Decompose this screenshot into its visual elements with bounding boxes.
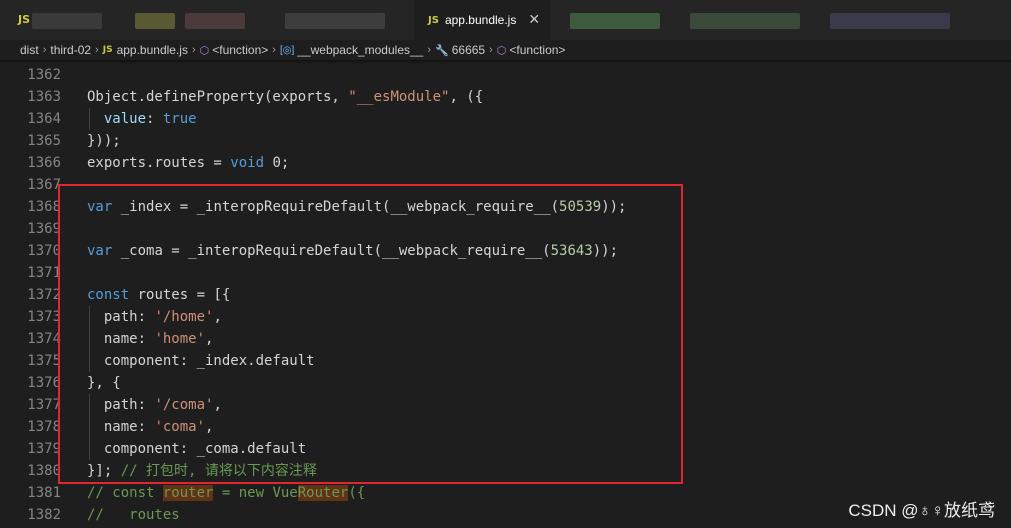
code-token: // routes: [87, 507, 180, 523]
code-token: , ({: [449, 89, 484, 105]
code-line[interactable]: 1363 Object.defineProperty(exports, "__es…: [0, 86, 1011, 108]
tab-js-icon[interactable]: JS: [18, 13, 30, 26]
line-number: 1371: [27, 265, 61, 281]
code-token: // const: [87, 485, 163, 501]
breadcrumb-item-folder[interactable]: third-02: [50, 43, 91, 57]
line-number: 1370: [27, 243, 61, 259]
line-number: 1364: [27, 111, 61, 127]
breadcrumb-item-dist[interactable]: dist: [20, 43, 39, 57]
line-number: 1376: [27, 375, 61, 391]
line-number: 1379: [27, 441, 61, 457]
code-token: ({: [348, 485, 366, 501]
line-number: 1381: [27, 485, 61, 501]
breadcrumb-item-function[interactable]: <function>: [212, 43, 268, 57]
code-text: exports.routes = void 0;: [87, 152, 289, 174]
code-token: void: [230, 155, 265, 171]
tab-app-bundle[interactable]: JS app.bundle.js ✕: [414, 0, 550, 40]
code-text: value: true: [87, 108, 197, 130]
line-number: 1367: [27, 177, 61, 193]
line-number: 1375: [27, 353, 61, 369]
breadcrumb-separator: ›: [272, 44, 276, 56]
code-line[interactable]: 1365}));: [0, 130, 1011, 152]
tab-title: app.bundle.js: [444, 13, 517, 27]
function-cube-icon: ⬡: [496, 44, 507, 57]
code-token: true: [162, 111, 197, 127]
blurred-tab[interactable]: [830, 13, 950, 29]
code-text: }));: [87, 130, 121, 152]
line-number: 1365: [27, 133, 61, 149]
code-line[interactable]: 1366 exports.routes = void 0;: [0, 152, 1011, 174]
close-icon[interactable]: ✕: [528, 12, 540, 28]
breadcrumb-item-property[interactable]: 66665: [452, 43, 485, 57]
csdn-watermark: CSDN @♁♀放纸鸢: [848, 501, 995, 520]
breadcrumb-separator: ›: [427, 44, 432, 56]
js-file-icon: JS: [102, 45, 113, 55]
line-number: 1366: [27, 155, 61, 171]
wrench-icon: 🔧: [435, 44, 449, 57]
code-text: Object.defineProperty(exports, "__esModu…: [87, 86, 483, 108]
line-number: 1374: [27, 331, 61, 347]
line-number: 1369: [27, 221, 61, 237]
code-token: Router: [297, 485, 349, 501]
function-cube-icon: ⬡: [199, 44, 210, 57]
breadcrumb-item-modules[interactable]: __webpack_modules__: [297, 43, 423, 57]
highlight-annotation-box: [58, 184, 683, 484]
code-token: Object.defineProperty(exports,: [87, 89, 349, 105]
line-number: 1373: [27, 309, 61, 325]
tab-bar: JS JS app.bundle.js ✕: [0, 0, 1011, 40]
blurred-tab[interactable]: [185, 13, 245, 29]
code-text: // const router = new VueRouter({: [87, 482, 365, 504]
breadcrumb: dist › third-02 › JS app.bundle.js › ⬡ <…: [0, 40, 1011, 60]
blurred-tab[interactable]: [135, 13, 175, 29]
blurred-tab[interactable]: [285, 13, 385, 29]
blurred-tab[interactable]: [32, 13, 102, 29]
line-number: 1377: [27, 397, 61, 413]
line-number: 1362: [27, 67, 61, 83]
line-number: 1368: [27, 199, 61, 215]
line-number: 1372: [27, 287, 61, 303]
code-token: 0;: [264, 155, 290, 171]
breadcrumb-separator: ›: [191, 44, 196, 56]
code-text: // routes: [87, 504, 180, 526]
code-token: :: [146, 111, 163, 127]
code-token: value: [87, 111, 147, 127]
code-token: router: [162, 485, 214, 501]
blurred-tab[interactable]: [570, 13, 660, 29]
breadcrumb-item-file[interactable]: app.bundle.js: [117, 43, 188, 57]
module-variable-icon: [◎]: [279, 44, 295, 56]
breadcrumb-separator: ›: [95, 44, 99, 56]
js-file-icon: JS: [428, 14, 439, 26]
line-number: 1378: [27, 419, 61, 435]
breadcrumb-item-function-inner[interactable]: <function>: [509, 43, 565, 57]
blurred-tab[interactable]: [690, 13, 800, 29]
line-number: 1363: [27, 89, 61, 105]
line-number: 1380: [27, 463, 61, 479]
breadcrumb-separator: ›: [489, 44, 493, 56]
code-token: = new Vue: [213, 485, 298, 501]
breadcrumb-separator: ›: [42, 44, 47, 56]
code-line[interactable]: 1362: [0, 64, 1011, 86]
code-token: exports.routes =: [87, 155, 231, 171]
code-line[interactable]: 1364 value: true: [0, 108, 1011, 130]
code-token: }));: [87, 133, 121, 149]
line-number: 1382: [27, 507, 61, 523]
code-token: "__esModule": [348, 89, 450, 105]
